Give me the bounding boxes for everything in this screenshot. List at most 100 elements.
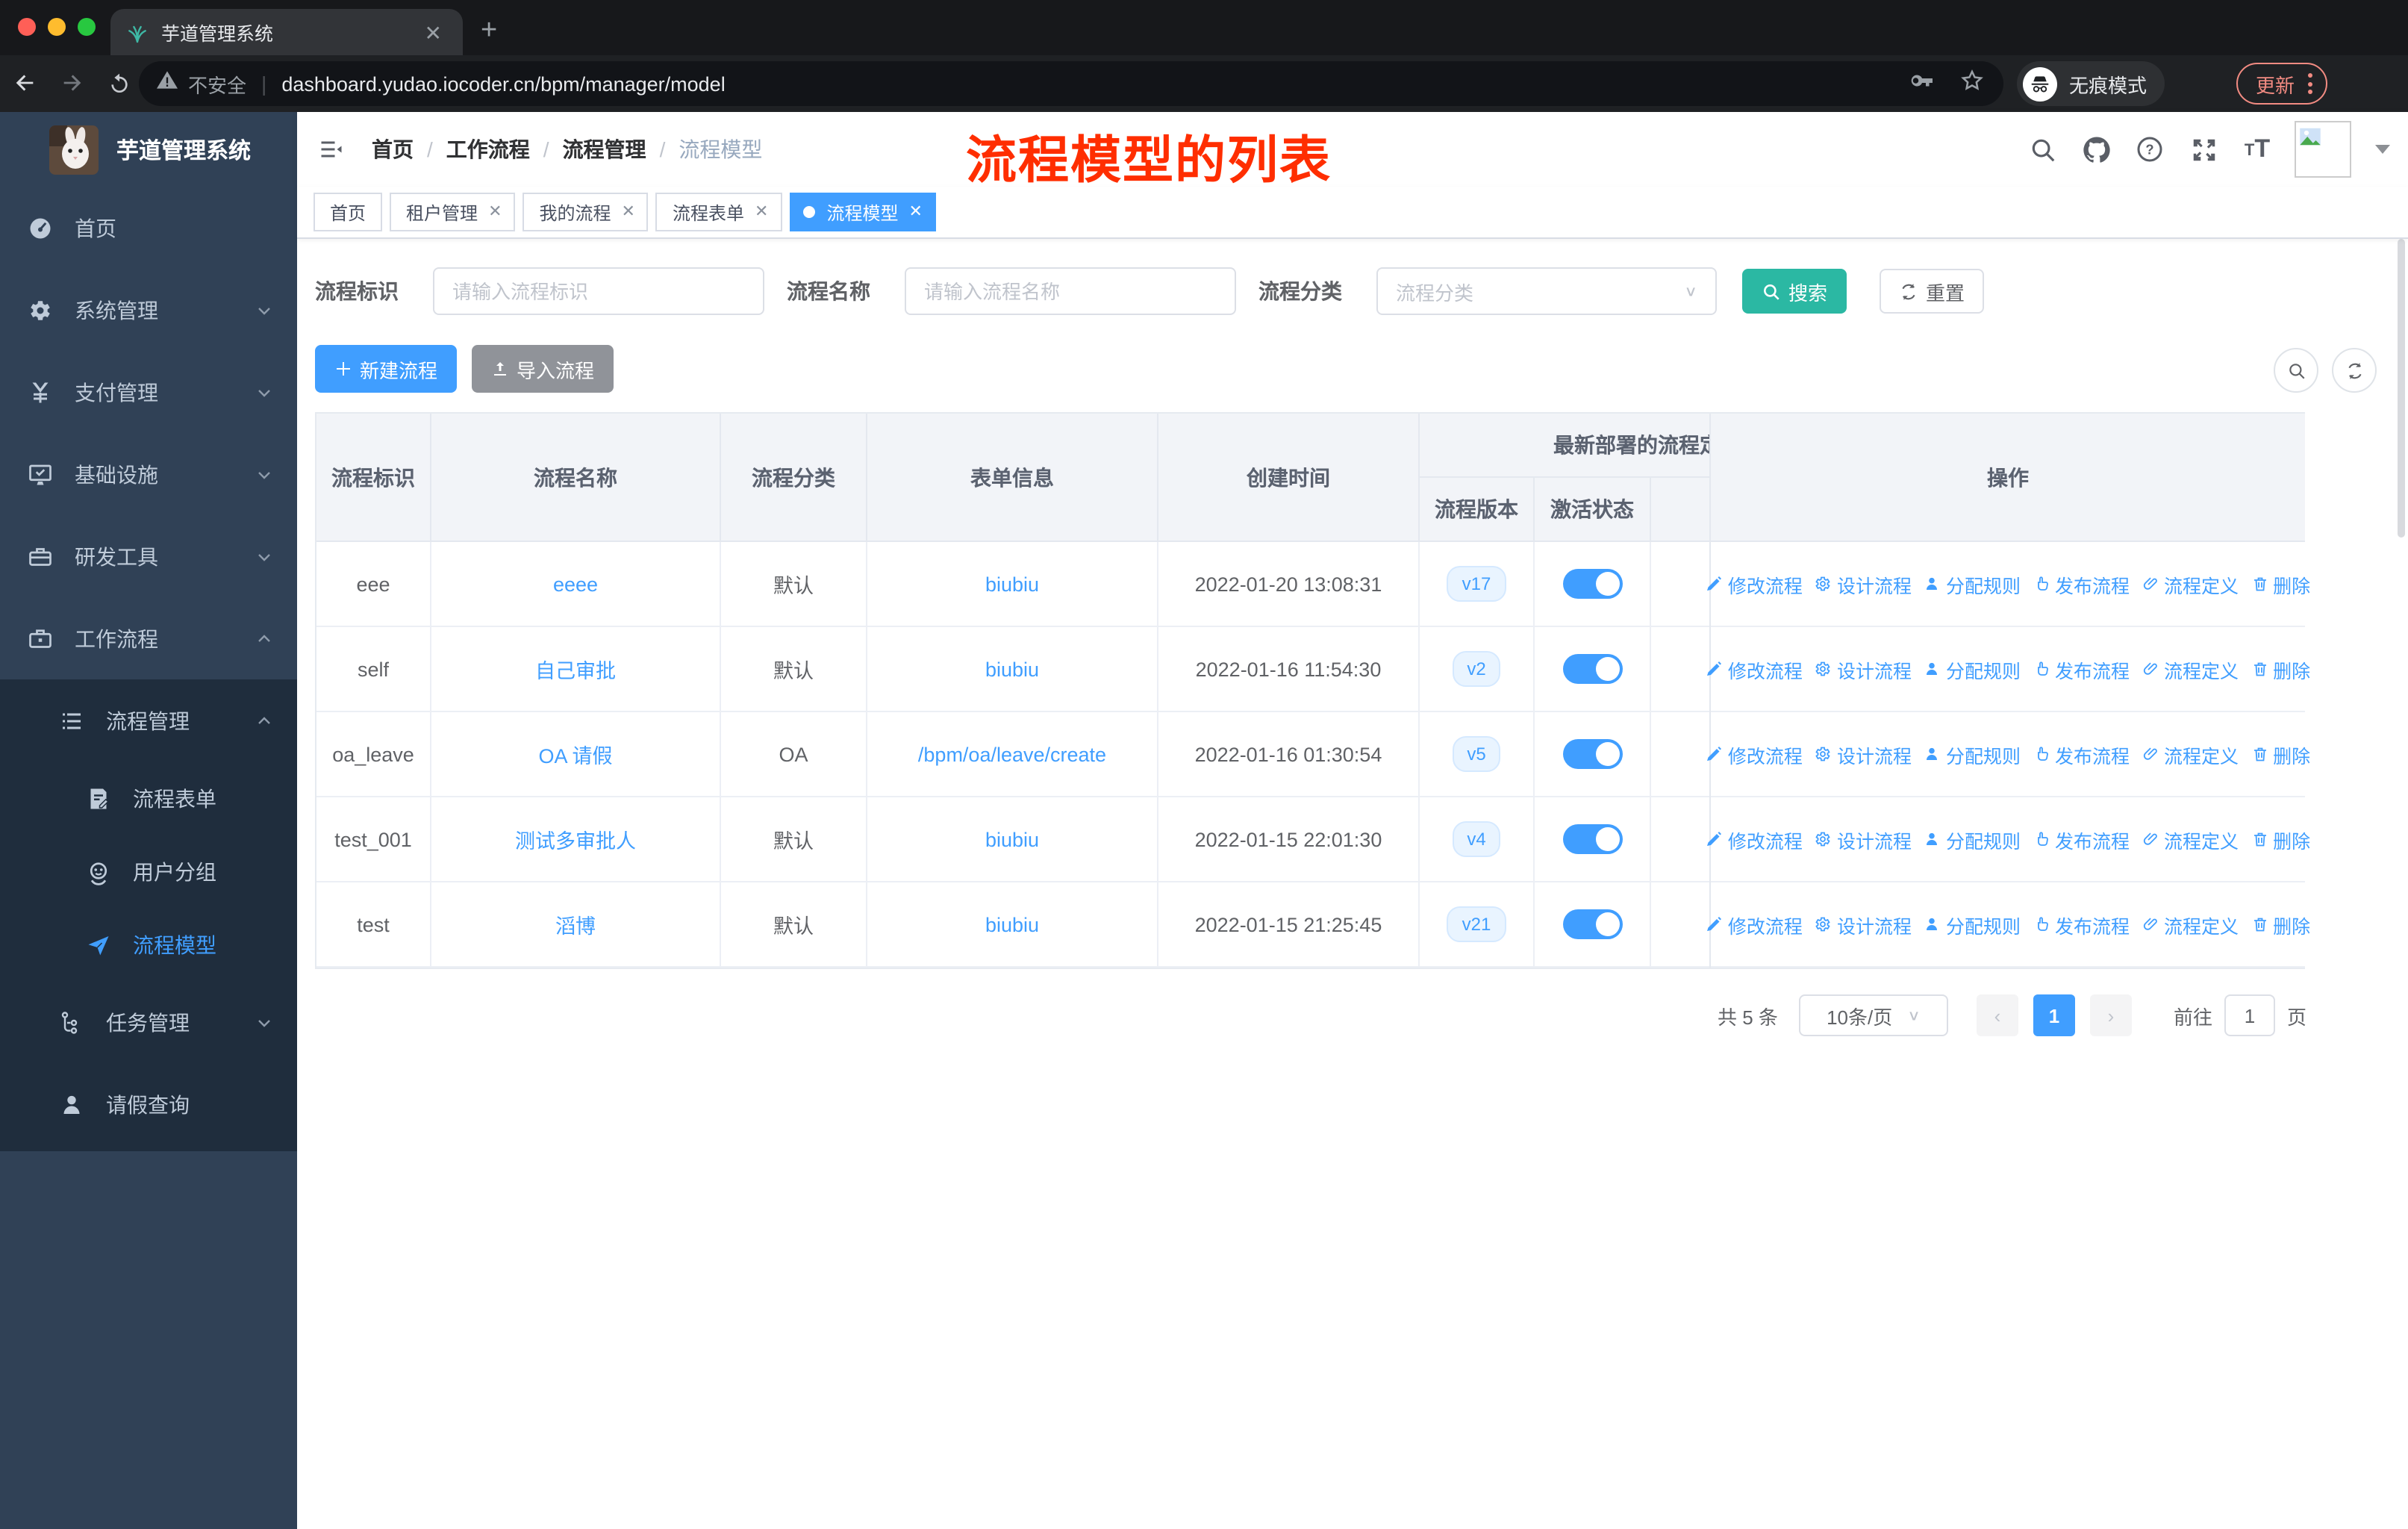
minimize-window-button[interactable] — [48, 18, 66, 36]
sidebar-item-4[interactable]: 基础设施 — [0, 433, 297, 515]
user-avatar[interactable] — [2295, 121, 2351, 178]
create-process-button[interactable]: 新建流程 — [315, 345, 458, 393]
close-window-button[interactable] — [18, 18, 36, 36]
edit-process-link[interactable]: 修改流程 — [1706, 655, 1803, 683]
fullscreen-icon[interactable] — [2187, 133, 2220, 166]
delete-link[interactable]: 删除 — [2251, 825, 2310, 853]
reset-button[interactable]: 重置 — [1880, 269, 1985, 314]
design-process-link[interactable]: 设计流程 — [1815, 655, 1912, 683]
process-definition-link[interactable]: 流程定义 — [2142, 825, 2239, 853]
bookmark-star-icon[interactable] — [1959, 66, 1986, 101]
sidebar-item-9[interactable]: 用户分组 — [0, 835, 297, 908]
assign-rule-link[interactable]: 分配规则 — [1924, 910, 2021, 938]
collapse-sidebar-icon[interactable] — [306, 124, 357, 175]
sidebar-item-7[interactable]: 流程管理 — [0, 679, 297, 762]
active-switch[interactable] — [1562, 739, 1622, 769]
form-info-link[interactable]: biubiu — [985, 573, 1039, 595]
new-tab-button[interactable]: + — [481, 12, 497, 51]
forward-icon[interactable] — [48, 70, 96, 97]
import-process-button[interactable]: 导入流程 — [472, 345, 614, 393]
goto-page-input[interactable] — [2224, 994, 2275, 1036]
tag-item[interactable]: 流程表单 ✕ — [655, 193, 782, 231]
kebab-menu-icon[interactable] — [2308, 73, 2313, 94]
tab-close-icon[interactable]: ✕ — [419, 19, 448, 46]
edit-process-link[interactable]: 修改流程 — [1706, 825, 1803, 853]
process-definition-link[interactable]: 流程定义 — [2142, 910, 2239, 938]
assign-rule-link[interactable]: 分配规则 — [1924, 655, 2021, 683]
search-button[interactable]: 搜索 — [1742, 269, 1847, 314]
window-controls[interactable] — [18, 18, 96, 36]
process-id-input[interactable] — [433, 267, 764, 315]
github-icon[interactable] — [2080, 133, 2112, 166]
breadcrumb-item[interactable]: 流程管理 — [563, 134, 646, 164]
page-scrollbar[interactable] — [2398, 239, 2405, 538]
design-process-link[interactable]: 设计流程 — [1815, 570, 1912, 598]
breadcrumb-item[interactable]: 工作流程 — [446, 134, 530, 164]
zoom-window-button[interactable] — [78, 18, 96, 36]
design-process-link[interactable]: 设计流程 — [1815, 825, 1912, 853]
process-name-link[interactable]: eeee — [553, 573, 598, 595]
process-name-link[interactable]: 测试多审批人 — [515, 824, 636, 854]
font-size-icon[interactable]: TT — [2241, 133, 2274, 166]
browser-tab[interactable]: 芋道管理系统 ✕ — [110, 9, 463, 55]
app-logo-row[interactable]: 芋道管理系统 — [0, 112, 297, 187]
assign-rule-link[interactable]: 分配规则 — [1924, 570, 2021, 598]
sidebar-item-8[interactable]: 流程表单 — [0, 762, 297, 835]
prev-page-button[interactable]: ‹ — [1976, 994, 2018, 1036]
refresh-table-icon[interactable] — [2332, 348, 2377, 393]
deploy-process-link[interactable]: 发布流程 — [2033, 740, 2130, 768]
design-process-link[interactable]: 设计流程 — [1815, 740, 1912, 768]
breadcrumb-item[interactable]: 首页 — [372, 134, 414, 164]
sidebar-item-5[interactable]: 研发工具 — [0, 515, 297, 597]
edit-process-link[interactable]: 修改流程 — [1706, 740, 1803, 768]
key-icon[interactable] — [1908, 66, 1935, 101]
help-icon[interactable]: ? — [2133, 133, 2166, 166]
avatar-dropdown-caret[interactable] — [2375, 145, 2390, 154]
form-info-link[interactable]: biubiu — [985, 828, 1039, 850]
delete-link[interactable]: 删除 — [2251, 910, 2310, 938]
tag-item[interactable]: 租户管理 ✕ — [390, 193, 516, 231]
process-definition-link[interactable]: 流程定义 — [2142, 570, 2239, 598]
sidebar-item-3[interactable]: 支付管理 — [0, 351, 297, 433]
browser-update-menu[interactable]: 更新 — [2236, 63, 2328, 105]
address-bar[interactable]: 不安全 | dashboard.yudao.iocoder.cn/bpm/man… — [139, 61, 2003, 106]
deploy-process-link[interactable]: 发布流程 — [2033, 655, 2130, 683]
process-name-input[interactable] — [905, 267, 1236, 315]
process-category-select[interactable]: 流程分类 ∨ — [1376, 267, 1717, 315]
process-name-link[interactable]: 自己审批 — [535, 654, 616, 684]
close-icon[interactable]: ✕ — [755, 203, 768, 220]
process-name-link[interactable]: 滔博 — [555, 909, 596, 939]
active-switch[interactable] — [1562, 824, 1622, 854]
current-page-button[interactable]: 1 — [2033, 994, 2075, 1036]
sidebar-item-1[interactable]: 首页 — [0, 187, 297, 269]
active-switch[interactable] — [1562, 909, 1622, 939]
sidebar-item-2[interactable]: 系统管理 — [0, 269, 297, 351]
next-page-button[interactable]: › — [2089, 994, 2132, 1036]
show-search-toggle-icon[interactable] — [2274, 348, 2318, 393]
close-icon[interactable]: ✕ — [908, 203, 922, 220]
form-info-link[interactable]: /bpm/oa/leave/create — [918, 743, 1106, 765]
assign-rule-link[interactable]: 分配规则 — [1924, 825, 2021, 853]
back-icon[interactable] — [0, 70, 48, 97]
delete-link[interactable]: 删除 — [2251, 655, 2310, 683]
deploy-process-link[interactable]: 发布流程 — [2033, 825, 2130, 853]
form-info-link[interactable]: biubiu — [985, 658, 1039, 680]
sidebar-item-12[interactable]: 请假查询 — [0, 1063, 297, 1145]
form-info-link[interactable]: biubiu — [985, 913, 1039, 935]
reload-icon[interactable] — [96, 70, 143, 97]
delete-link[interactable]: 删除 — [2251, 740, 2310, 768]
deploy-process-link[interactable]: 发布流程 — [2033, 570, 2130, 598]
sidebar-item-11[interactable]: 任务管理 — [0, 981, 297, 1063]
tag-item[interactable]: 首页 — [314, 193, 383, 231]
close-icon[interactable]: ✕ — [622, 203, 635, 220]
deploy-process-link[interactable]: 发布流程 — [2033, 910, 2130, 938]
close-icon[interactable]: ✕ — [488, 203, 502, 220]
edit-process-link[interactable]: 修改流程 — [1706, 570, 1803, 598]
sidebar-item-10[interactable]: 流程模型 — [0, 908, 297, 981]
sidebar-item-6[interactable]: 工作流程 — [0, 597, 297, 679]
design-process-link[interactable]: 设计流程 — [1815, 910, 1912, 938]
tag-active[interactable]: 流程模型 ✕ — [789, 193, 936, 231]
tag-item[interactable]: 我的流程 ✕ — [523, 193, 649, 231]
active-switch[interactable] — [1562, 569, 1622, 599]
header-search-icon[interactable] — [2026, 133, 2059, 166]
